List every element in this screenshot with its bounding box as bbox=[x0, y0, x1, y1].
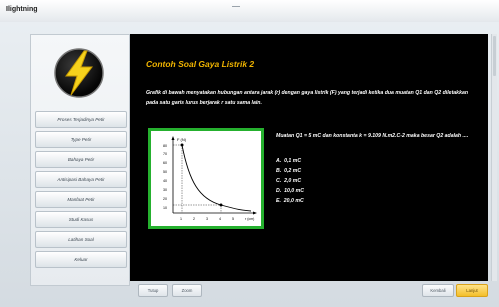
option-value: 10,0 mC bbox=[284, 188, 304, 194]
data-point-2 bbox=[219, 203, 223, 207]
content-panel: Contoh Soal Gaya Listrik 2 Grafik di baw… bbox=[130, 34, 488, 281]
option-a: A. 0,1 mC bbox=[276, 158, 301, 164]
next-button[interactable]: Lanjut bbox=[456, 284, 488, 297]
bottom-toolbar: Tutup Zoom Kembali Lanjut bbox=[130, 284, 488, 297]
window-titlebar: Ilightning bbox=[0, 0, 499, 23]
option-letter: E. bbox=[276, 198, 281, 204]
option-value: 0,1 mC bbox=[284, 158, 302, 164]
x-tick: 1 bbox=[180, 217, 182, 221]
y-axis-arrow bbox=[171, 136, 175, 140]
close-button[interactable]: Tutup bbox=[138, 284, 168, 297]
page-title: Contoh Soal Gaya Listrik 2 bbox=[146, 59, 255, 69]
sidebar-item-proses-petir[interactable]: Proses Terjadinya Petir bbox=[35, 111, 127, 128]
sidebar-item-keluar[interactable]: Keluar bbox=[35, 251, 127, 268]
y-tick: 30 bbox=[163, 188, 167, 192]
zoom-button[interactable]: Zoom bbox=[172, 284, 202, 297]
x-tick: 4 bbox=[219, 217, 221, 221]
sidebar-item-type-petir[interactable]: Type Petir bbox=[35, 131, 127, 148]
y-tick: 10 bbox=[163, 206, 167, 210]
y-tick: 80 bbox=[163, 144, 167, 148]
option-value: 2,0 mC bbox=[284, 178, 302, 184]
data-point-1 bbox=[180, 143, 184, 147]
y-tick: 70 bbox=[163, 152, 167, 156]
force-curve bbox=[181, 144, 252, 212]
sidebar-item-antisipasi[interactable]: Antisipasi Bahaya Petir bbox=[35, 171, 127, 188]
sidebar-item-latihan-soal[interactable]: Latihan Soal bbox=[35, 231, 127, 248]
option-c: C. 2,0 mC bbox=[276, 178, 301, 184]
back-button[interactable]: Kembali bbox=[422, 284, 454, 297]
x-axis-label: r (cm) bbox=[245, 217, 254, 221]
intro-text: Grafik di bawah menyatakan hubungan anta… bbox=[146, 90, 469, 106]
y-tick: 40 bbox=[163, 179, 167, 183]
scrollbar-thumb[interactable] bbox=[493, 36, 496, 76]
x-axis-arrow bbox=[253, 211, 257, 215]
sidebar: Proses Terjadinya Petir Type Petir Bahay… bbox=[30, 34, 130, 286]
graph-canvas: F (N) r (cm) 80 70 60 50 40 30 20 10 1 2… bbox=[163, 136, 257, 221]
option-value: 0,2 mC bbox=[284, 168, 302, 174]
app-title: Ilightning bbox=[6, 6, 38, 13]
option-letter: C. bbox=[276, 178, 282, 184]
sidebar-item-bahaya-petir[interactable]: Bahaya Petir bbox=[35, 151, 127, 168]
y-tick: 60 bbox=[163, 161, 167, 165]
option-letter: B. bbox=[276, 168, 282, 174]
x-tick: 2 bbox=[193, 217, 195, 221]
sidebar-item-studi-kasus[interactable]: Studi Kasus bbox=[35, 211, 127, 228]
title-divider bbox=[232, 6, 240, 7]
option-d: D. 10,0 mC bbox=[276, 188, 304, 194]
x-tick: 3 bbox=[206, 217, 208, 221]
sidebar-item-manfaat-petir[interactable]: Manfaat Petir bbox=[35, 191, 127, 208]
option-value: 20,0 mC bbox=[283, 198, 304, 204]
vertical-scrollbar[interactable] bbox=[491, 34, 497, 281]
option-letter: A. bbox=[276, 158, 282, 164]
y-tick: 20 bbox=[163, 197, 167, 201]
option-e: E. 20,0 mC bbox=[276, 198, 304, 204]
x-tick: 5 bbox=[232, 217, 234, 221]
option-letter: D. bbox=[276, 188, 282, 194]
force-distance-graph: F (N) r (cm) 80 70 60 50 40 30 20 10 1 2… bbox=[148, 128, 264, 229]
y-axis-label: F (N) bbox=[177, 137, 187, 142]
y-tick: 50 bbox=[163, 170, 167, 174]
question-text: Muatan Q1 = 5 mC dan konstanta k = 9.109… bbox=[276, 133, 469, 139]
lightning-logo-icon bbox=[54, 48, 104, 98]
option-b: B. 0,2 mC bbox=[276, 168, 301, 174]
